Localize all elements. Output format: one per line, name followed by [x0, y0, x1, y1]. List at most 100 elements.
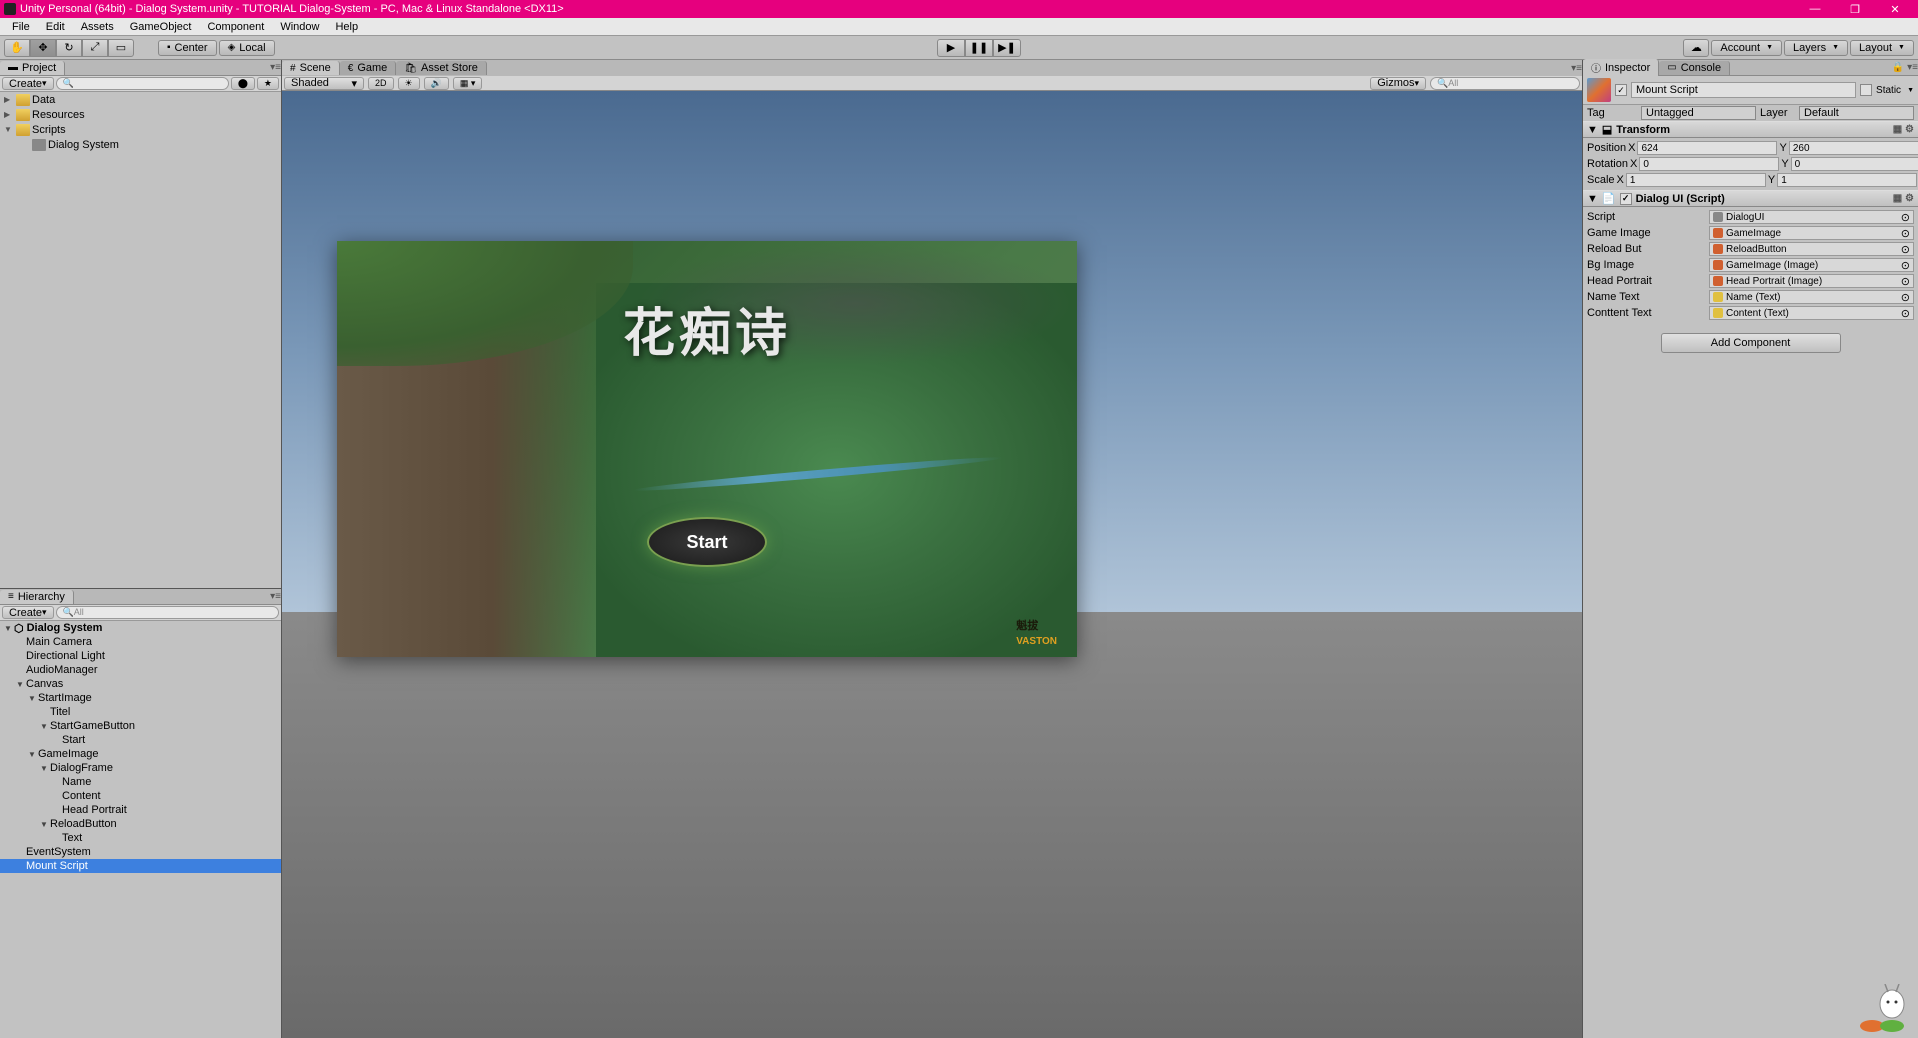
scene-view[interactable]: 花痴诗 Start 魁拔 VASTON: [282, 91, 1582, 1038]
project-item[interactable]: ▶Resources: [0, 107, 281, 122]
step-button[interactable]: ▶❚: [993, 39, 1021, 57]
dialogui-component-header[interactable]: ▼ 📄 ✓ Dialog UI (Script) ▦ ⚙: [1583, 190, 1918, 207]
dialogui-bg image-field[interactable]: GameImage (Image) ⊙: [1709, 258, 1914, 272]
hierarchy-item[interactable]: ▼GameImage: [0, 747, 281, 761]
menu-edit[interactable]: Edit: [38, 21, 73, 33]
scale-tool[interactable]: ⤢: [82, 39, 108, 57]
menu-file[interactable]: File: [4, 21, 38, 33]
transform-scale-y[interactable]: [1777, 173, 1917, 187]
scene-options-icon[interactable]: ▾≡: [1571, 63, 1582, 74]
menu-window[interactable]: Window: [272, 21, 327, 33]
add-component-button[interactable]: Add Component: [1661, 333, 1841, 353]
tab-scene[interactable]: # Scene: [282, 61, 340, 75]
object-name-input[interactable]: [1631, 82, 1856, 98]
hierarchy-item[interactable]: Main Camera: [0, 635, 281, 649]
gameobject-icon[interactable]: [1587, 78, 1611, 102]
project-item[interactable]: ▶Data: [0, 92, 281, 107]
hierarchy-item[interactable]: Start: [0, 733, 281, 747]
menu-help[interactable]: Help: [327, 21, 366, 33]
pivot-center-toggle[interactable]: ▪ Center: [158, 40, 217, 56]
hierarchy-tab[interactable]: ≡ Hierarchy: [0, 590, 74, 604]
hierarchy-options-icon[interactable]: ▾≡: [270, 591, 281, 602]
menu-assets[interactable]: Assets: [73, 21, 122, 33]
dialogui-script-field[interactable]: DialogUI ⊙: [1709, 210, 1914, 224]
hierarchy-item[interactable]: ▼Canvas: [0, 677, 281, 691]
transform-rotation-y[interactable]: [1791, 157, 1918, 171]
hierarchy-item[interactable]: EventSystem: [0, 845, 281, 859]
hierarchy-item[interactable]: AudioManager: [0, 663, 281, 677]
tag-dropdown[interactable]: Untagged: [1641, 106, 1756, 120]
rect-tool[interactable]: ▭: [108, 39, 134, 57]
maximize-button[interactable]: ❐: [1836, 0, 1874, 18]
hierarchy-item[interactable]: ▼StartImage: [0, 691, 281, 705]
account-dropdown[interactable]: Account ▼: [1711, 40, 1782, 56]
hierarchy-item[interactable]: ▼ReloadButton: [0, 817, 281, 831]
light-toggle-icon[interactable]: ☀: [398, 77, 420, 90]
tab-asset-store[interactable]: 🛍 Asset Store: [396, 61, 487, 75]
project-filter-icon[interactable]: ⬤: [231, 77, 255, 90]
move-tool[interactable]: ✥: [30, 39, 56, 57]
dialogui-reload but-field[interactable]: ReloadButton ⊙: [1709, 242, 1914, 256]
hierarchy-item[interactable]: ▼StartGameButton: [0, 719, 281, 733]
pause-button[interactable]: ❚❚: [965, 39, 993, 57]
rotate-tool[interactable]: ↻: [56, 39, 82, 57]
scene-search-input[interactable]: 🔍All: [1430, 77, 1580, 90]
2d-toggle[interactable]: 2D: [368, 77, 394, 90]
transform-rotation-x[interactable]: [1639, 157, 1779, 171]
hierarchy-item[interactable]: ▼⬡Dialog System: [0, 621, 281, 635]
layout-dropdown[interactable]: Layout ▼: [1850, 40, 1914, 56]
gizmos-dropdown[interactable]: Gizmos ▾: [1370, 77, 1426, 90]
active-checkbox[interactable]: ✓: [1615, 84, 1627, 96]
layer-dropdown[interactable]: Default: [1799, 106, 1914, 120]
project-item[interactable]: ▼Scripts: [0, 122, 281, 137]
hierarchy-item[interactable]: Mount Script: [0, 859, 281, 873]
static-checkbox[interactable]: [1860, 84, 1872, 96]
project-item[interactable]: Dialog System: [0, 137, 281, 152]
menu-gameobject[interactable]: GameObject: [122, 21, 200, 33]
inspector-options-icon[interactable]: 🔒 ▾≡: [1892, 62, 1918, 73]
expand-icon: ▼: [1587, 124, 1598, 136]
hierarchy-item[interactable]: ▼DialogFrame: [0, 761, 281, 775]
component-enable-checkbox[interactable]: ✓: [1620, 193, 1632, 205]
close-button[interactable]: ✕: [1876, 0, 1914, 18]
hierarchy-item[interactable]: Titel: [0, 705, 281, 719]
transform-scale-x[interactable]: [1626, 173, 1766, 187]
layers-dropdown[interactable]: Layers ▼: [1784, 40, 1848, 56]
shaded-dropdown[interactable]: Shaded ▾: [284, 77, 364, 90]
transform-component-header[interactable]: ▼ ⬓ Transform ▦ ⚙: [1583, 121, 1918, 138]
project-create-button[interactable]: Create ▾: [2, 77, 54, 90]
hierarchy-item[interactable]: Name: [0, 775, 281, 789]
audio-toggle-icon[interactable]: 🔊: [424, 77, 449, 90]
hierarchy-create-button[interactable]: Create ▾: [2, 606, 54, 619]
dialogui-name text-field[interactable]: Name (Text) ⊙: [1709, 290, 1914, 304]
fx-toggle-icon[interactable]: ▦ ▾: [453, 77, 483, 90]
play-button[interactable]: ▶: [937, 39, 965, 57]
hierarchy-item[interactable]: Text: [0, 831, 281, 845]
hand-tool[interactable]: ✋: [4, 39, 30, 57]
transform-position-x[interactable]: [1637, 141, 1777, 155]
tab-game[interactable]: € Game: [340, 61, 397, 75]
hierarchy-search-input[interactable]: 🔍All: [56, 606, 279, 619]
start-game-button[interactable]: Start: [647, 517, 767, 567]
project-tab[interactable]: ▬ Project: [0, 61, 65, 75]
console-tab[interactable]: ▭ Console: [1659, 61, 1730, 75]
transform-gear-icon[interactable]: ▦ ⚙: [1893, 124, 1914, 135]
dialogui-game image-field[interactable]: GameImage ⊙: [1709, 226, 1914, 240]
project-options-icon[interactable]: ▾≡: [270, 62, 281, 73]
static-dropdown-icon[interactable]: ▼: [1907, 87, 1914, 94]
transform-position-y[interactable]: [1789, 141, 1918, 155]
hierarchy-item[interactable]: Content: [0, 789, 281, 803]
project-search-input[interactable]: 🔍: [56, 77, 229, 90]
inspector-tab[interactable]: ⓘ Inspector: [1583, 59, 1659, 76]
hierarchy-item[interactable]: Head Portrait: [0, 803, 281, 817]
dialogui-conttent text-field[interactable]: Content (Text) ⊙: [1709, 306, 1914, 320]
pivot-local-toggle[interactable]: ◈ Local: [219, 40, 275, 56]
dialogui-head portrait-field[interactable]: Head Portrait (Image) ⊙: [1709, 274, 1914, 288]
hierarchy-item[interactable]: Directional Light: [0, 649, 281, 663]
dialogui-gear-icon[interactable]: ▦ ⚙: [1893, 193, 1914, 204]
menu-component[interactable]: Component: [199, 21, 272, 33]
minimize-button[interactable]: —: [1796, 0, 1834, 18]
game-title-text: 花痴诗: [623, 291, 791, 366]
project-filter2-icon[interactable]: ★: [257, 77, 279, 90]
cloud-button[interactable]: ☁: [1683, 39, 1709, 57]
